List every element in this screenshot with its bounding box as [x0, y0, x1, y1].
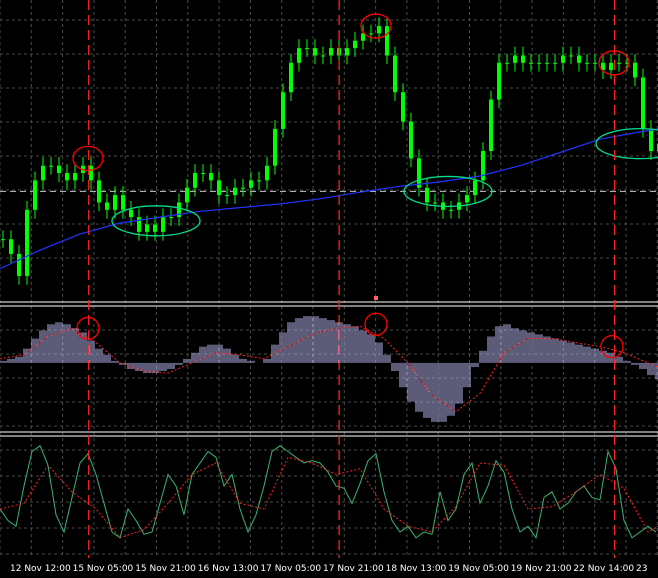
price-panel[interactable]: [0, 13, 658, 285]
candle-body: [369, 33, 373, 35]
signal-line: [0, 325, 658, 413]
stochastic-panel[interactable]: [0, 445, 658, 540]
candle-body: [385, 26, 389, 56]
candle-body: [401, 92, 405, 122]
candle-body: [345, 48, 349, 56]
candle-body: [409, 121, 413, 159]
candle-body: [425, 187, 429, 203]
candle-body: [553, 62, 557, 64]
candle-body: [489, 99, 493, 151]
candle-body: [129, 209, 133, 218]
candle-body: [193, 173, 197, 188]
candle-body: [297, 48, 301, 63]
signal-circle: [76, 316, 100, 340]
candle-body: [25, 209, 29, 276]
support-zone-circle: [595, 128, 658, 160]
x-tick-label: 16 Nov 13:00: [198, 564, 259, 574]
x-tick-label: 23: [636, 564, 647, 574]
candle-body: [57, 165, 61, 174]
candle-body: [185, 187, 189, 203]
candle-body: [73, 173, 77, 181]
x-tick-label: 17 Nov 21:00: [323, 564, 384, 574]
candle-body: [9, 239, 13, 254]
candle-body: [537, 62, 541, 64]
candle-body: [169, 217, 173, 219]
candle-body: [329, 48, 333, 56]
candle-body: [257, 180, 261, 182]
candle-body: [417, 158, 421, 188]
trading-chart[interactable]: 12 Nov 12:00 15 Nov 05:00 15 Nov 21:00 16 N…: [0, 0, 658, 578]
candle-body: [33, 180, 37, 210]
candle-body: [513, 55, 517, 63]
candle-body: [201, 173, 205, 175]
candle-body: [17, 253, 21, 276]
candle-body: [281, 92, 285, 129]
candle-body: [273, 128, 277, 166]
candle-body: [593, 62, 597, 64]
candle-body: [137, 217, 141, 232]
candle-body: [145, 224, 149, 232]
candle-body: [377, 26, 381, 34]
candle-body: [217, 180, 221, 196]
candle-body: [249, 180, 253, 188]
candle-body: [97, 180, 101, 203]
x-tick-label: 18 Nov 13:00: [386, 564, 447, 574]
candle-body: [609, 62, 613, 71]
candle-body: [305, 48, 309, 50]
candle-body: [105, 202, 109, 210]
candle-body: [569, 55, 573, 57]
candle-body: [449, 209, 453, 211]
candle-body: [49, 165, 53, 167]
candle-body: [225, 195, 229, 197]
candle-body: [353, 40, 357, 49]
candle-body: [473, 180, 477, 196]
x-tick-label: 19 Nov 21:00: [511, 564, 572, 574]
peak-circle: [72, 145, 104, 172]
candle-body: [529, 62, 533, 64]
candle-body: [393, 55, 397, 93]
candle-body: [209, 173, 213, 181]
candle-body: [313, 48, 317, 56]
candle-body: [521, 55, 525, 63]
stochastic-main-line: [0, 445, 657, 540]
candle-body: [433, 202, 437, 204]
candle-body: [65, 173, 69, 181]
candle-body: [265, 165, 269, 181]
candle-body: [497, 62, 501, 100]
x-tick-label: 17 Nov 05:00: [260, 564, 321, 574]
stochastic-signal-line: [0, 456, 658, 539]
candle-body: [241, 187, 245, 189]
candle-body: [585, 62, 589, 64]
candle-body: [153, 224, 157, 232]
x-axis: 12 Nov 12:00 15 Nov 05:00 15 Nov 21:00 16 N…: [10, 564, 647, 574]
x-tick-label: 22 Nov 14:00: [573, 564, 634, 574]
x-tick-label: 15 Nov 21:00: [135, 564, 196, 574]
candle-body: [41, 165, 45, 181]
candle-body: [113, 195, 117, 210]
candle-body: [577, 55, 581, 63]
candle-body: [1, 239, 5, 241]
candle-body: [321, 55, 325, 57]
candle-body: [465, 195, 469, 203]
x-tick-label: 12 Nov 12:00: [10, 564, 71, 574]
candle-body: [161, 217, 165, 232]
candle-body: [505, 62, 509, 64]
candle-body: [617, 62, 621, 64]
x-tick-label: 19 Nov 05:00: [448, 564, 509, 574]
candle-body: [121, 195, 125, 210]
window-marker: [374, 296, 378, 300]
candle-body: [641, 77, 645, 129]
candle-body: [233, 187, 237, 196]
x-tick-label: 15 Nov 05:00: [73, 564, 134, 574]
candle-body: [289, 62, 293, 93]
candle-body: [633, 62, 637, 78]
candle-body: [649, 128, 653, 151]
candle-body: [561, 55, 565, 63]
candle-body: [545, 62, 549, 64]
candle-body: [89, 165, 93, 181]
